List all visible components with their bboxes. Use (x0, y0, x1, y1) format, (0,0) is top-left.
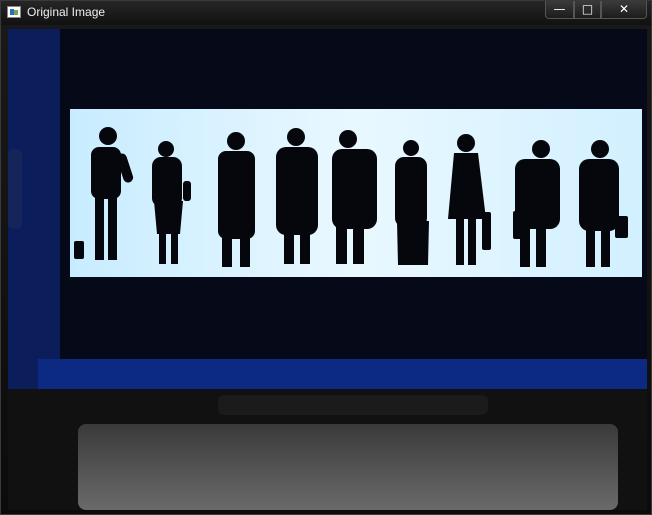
maximize-icon: □ (581, 2, 594, 16)
close-icon: ✕ (618, 2, 630, 16)
keyboard-area (78, 424, 618, 510)
close-button[interactable]: ✕ (601, 1, 647, 19)
window-title: Original Image (27, 5, 106, 19)
minimize-button[interactable]: — (545, 1, 574, 19)
camera-frame (8, 29, 647, 510)
maximize-button[interactable]: □ (574, 1, 601, 19)
reflection (8, 149, 22, 229)
bezel-bottom-edge (38, 359, 647, 389)
title-bar[interactable]: Original Image — □ ✕ (1, 1, 651, 25)
app-icon (7, 6, 21, 18)
image-viewport (8, 29, 647, 510)
image-window: Original Image — □ ✕ (0, 0, 652, 515)
hinge (218, 395, 488, 415)
minimize-icon: — (553, 2, 566, 16)
